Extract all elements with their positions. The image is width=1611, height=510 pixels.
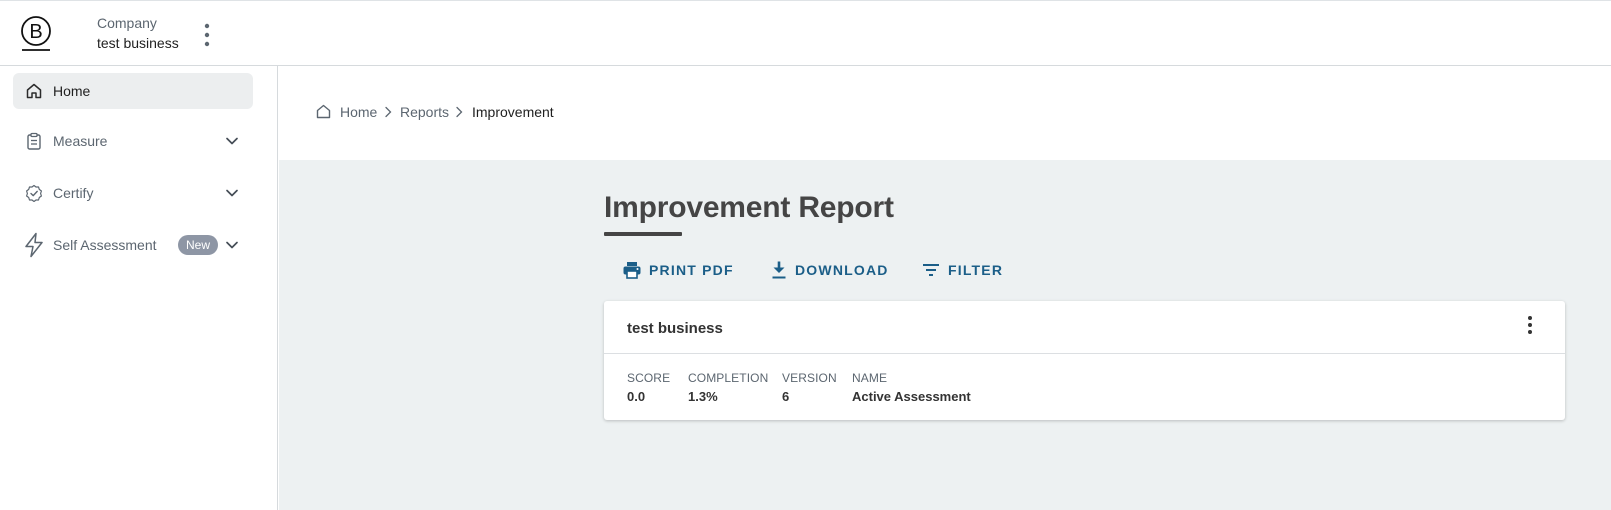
b-corp-logo-icon[interactable]: B [20,15,54,53]
home-icon[interactable] [316,104,331,119]
sidebar: Home Measure Certify Self Assessment New [0,66,278,510]
sidebar-item-self-assessment[interactable]: Self Assessment New [13,227,253,263]
kebab-menu-icon[interactable] [1524,315,1536,335]
stat-label: COMPLETION [688,371,769,385]
filter-icon [923,264,939,276]
sidebar-item-label: Home [53,83,91,99]
report-card: test business SCORE 0.0 COMPLETION 1.3% … [604,301,1565,420]
title-underline [604,232,682,236]
breadcrumb: Home Reports Improvement [279,66,1611,160]
printer-icon [623,262,641,279]
new-badge: New [178,235,219,255]
top-bar: B Company test business [0,0,1611,66]
chevron-down-icon[interactable] [225,186,239,200]
print-pdf-label: PRINT PDF [649,262,734,278]
main-content: Improvement Report PRINT PDF DOWNLOAD FI… [279,160,1611,510]
clipboard-icon [27,132,41,150]
chevron-down-icon[interactable] [225,238,239,252]
print-pdf-button[interactable]: PRINT PDF [622,258,734,282]
stat-label: NAME [852,371,888,385]
download-icon [772,261,786,279]
company-name: test business [97,35,179,51]
breadcrumb-reports[interactable]: Reports [400,104,449,120]
stat-value: 0.0 [627,389,646,404]
breadcrumb-home[interactable]: Home [340,104,377,120]
stat-label: SCORE [627,371,671,385]
sidebar-item-label: Certify [53,185,94,201]
filter-label: FILTER [948,262,1004,278]
sidebar-item-measure[interactable]: Measure [13,123,253,159]
stat-value: Active Assessment [852,389,971,404]
card-title: test business [627,320,723,337]
home-icon [26,83,42,99]
badge-check-icon [26,184,42,202]
completion-stat: COMPLETION 1.3% [688,371,768,404]
name-stat: NAME Active Assessment [852,371,971,404]
chevron-right-icon [385,106,392,118]
sidebar-item-label: Measure [53,133,108,149]
chevron-down-icon[interactable] [225,134,239,148]
version-stat: VERSION 6 [782,371,837,404]
sidebar-item-label: Self Assessment [53,237,157,253]
kebab-menu-icon[interactable] [199,21,215,49]
stat-label: VERSION [782,371,837,385]
card-header: test business [604,301,1565,354]
download-button[interactable]: DOWNLOAD [770,258,889,282]
download-label: DOWNLOAD [795,262,889,278]
page-title: Improvement Report [604,191,894,224]
stat-value: 1.3% [688,389,718,404]
filter-button[interactable]: FILTER [921,258,1003,282]
sidebar-item-certify[interactable]: Certify [13,175,253,211]
sidebar-item-home[interactable]: Home [13,73,253,109]
chevron-right-icon [456,106,463,118]
svg-text:B: B [29,21,42,43]
breadcrumb-current: Improvement [472,104,554,120]
company-label: Company [97,15,157,31]
stat-value: 6 [782,389,790,404]
score-stat: SCORE 0.0 [627,371,670,404]
lightning-icon [25,232,43,258]
